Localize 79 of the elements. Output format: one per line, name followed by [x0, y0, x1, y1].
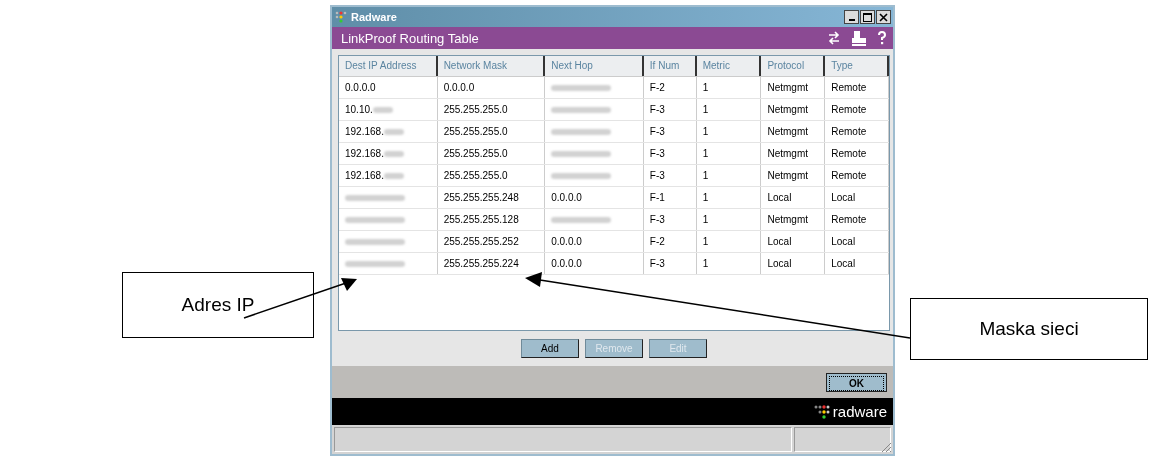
table-cell: F-3 [649, 258, 665, 269]
table-cell: 255.255.255.0 [443, 148, 508, 159]
table-cell: Remote [831, 170, 867, 181]
table-cell: 255.255.255.0 [443, 170, 508, 181]
table-cell: 1 [702, 236, 709, 247]
table-cell: 0.0.0.0 [551, 192, 582, 203]
column-header[interactable]: Dest IP Address [339, 56, 438, 76]
logo-icon [334, 10, 348, 24]
brand-name: radware [832, 403, 887, 420]
resize-grip-icon[interactable] [880, 441, 892, 453]
window-title: Radware [351, 11, 398, 23]
column-header[interactable]: Protocol [761, 56, 826, 76]
table-cell: 192.168. [345, 148, 384, 159]
table-cell: Local [767, 192, 792, 203]
table-cell: 1 [702, 214, 709, 225]
table-cell: F-1 [649, 192, 665, 203]
table-cell: 1 [702, 192, 709, 203]
column-header[interactable]: Network Mask [437, 56, 546, 76]
table-cell: 1 [702, 104, 709, 115]
table-cell: 1 [702, 82, 709, 93]
help-icon[interactable] [877, 31, 887, 45]
table-cell: 255.255.255.248 [443, 192, 519, 203]
table-cell: F-3 [649, 148, 665, 159]
table-cell: F-3 [649, 214, 665, 225]
table-cell: Local [831, 192, 856, 203]
table-cell: Local [767, 258, 792, 269]
table-cell: 0.0.0.0 [551, 258, 582, 269]
table-cell: F-2 [649, 236, 665, 247]
column-header[interactable]: Type [825, 56, 889, 76]
table-cell: 0.0.0.0 [443, 82, 475, 93]
table-cell: 255.255.255.252 [443, 236, 519, 247]
table-cell: 192.168. [345, 126, 384, 137]
minimize-icon [848, 19, 855, 21]
column-header[interactable]: Metric [696, 56, 762, 76]
table-cell: 0.0.0.0 [345, 82, 376, 93]
table-cell: 255.255.255.0 [443, 126, 508, 137]
table-cell: Netmgmt [767, 214, 808, 225]
table-cell: F-2 [649, 82, 665, 93]
column-header[interactable]: Next Hop [545, 56, 644, 76]
table-cell: 255.255.255.224 [443, 258, 519, 269]
table-cell: Netmgmt [767, 170, 808, 181]
callout-label: Maska sieci [979, 318, 1079, 340]
callout-label: Adres IP [181, 294, 255, 316]
table-cell: Netmgmt [767, 104, 808, 115]
maximize-button[interactable] [860, 10, 875, 24]
table-cell: Netmgmt [767, 126, 808, 137]
swap-icon[interactable] [827, 31, 841, 45]
table-cell: 1 [702, 258, 709, 269]
logo-icon [812, 403, 831, 420]
table-cell: 0.0.0.0 [551, 236, 582, 247]
maximize-icon [863, 12, 872, 22]
table-cell: Remote [831, 148, 867, 159]
table-cell: Local [831, 236, 856, 247]
close-icon [879, 12, 888, 22]
table-cell: 1 [702, 126, 709, 137]
table-cell: 192.168. [345, 170, 384, 181]
close-button[interactable] [876, 10, 891, 24]
table-cell: F-3 [649, 104, 665, 115]
print-icon[interactable] [851, 30, 867, 46]
table-cell: Remote [831, 214, 867, 225]
table-cell: Netmgmt [767, 82, 808, 93]
table-cell: Local [767, 236, 792, 247]
action-button[interactable]: Add [521, 339, 579, 358]
table-cell: Local [831, 258, 856, 269]
table-cell: 10.10. [345, 104, 373, 115]
table-cell: 255.255.255.128 [443, 214, 519, 225]
table-cell: 1 [702, 170, 709, 181]
table-cell: Remote [831, 104, 867, 115]
table-cell: F-3 [649, 170, 665, 181]
table-cell: 1 [702, 148, 709, 159]
ok-button[interactable]: OK [826, 372, 887, 392]
table-cell: Remote [831, 82, 867, 93]
header-title: LinkProof Routing Table [341, 30, 480, 46]
table-cell: 255.255.255.0 [443, 104, 508, 115]
table-cell: F-3 [649, 126, 665, 137]
minimize-button[interactable] [844, 10, 859, 24]
table-cell: Remote [831, 126, 867, 137]
column-header[interactable]: If Num [643, 56, 697, 76]
table-cell: Netmgmt [767, 148, 808, 159]
